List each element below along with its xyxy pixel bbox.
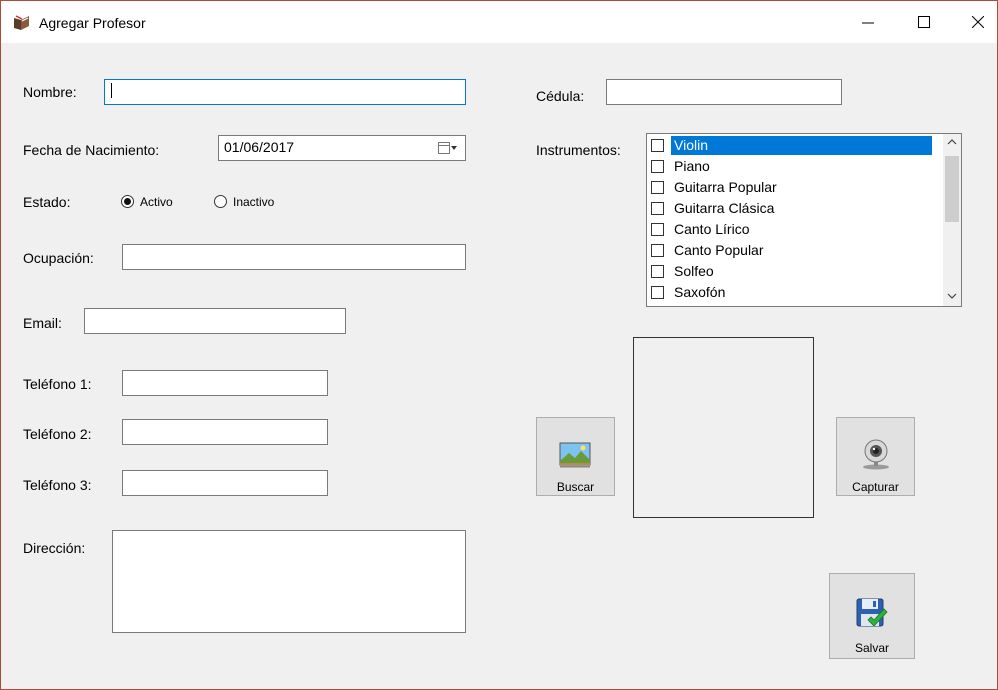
photo-picture-box — [633, 337, 814, 518]
save-disk-check-icon — [856, 598, 888, 633]
minimize-button[interactable] — [845, 1, 891, 43]
scroll-up-icon[interactable] — [947, 138, 957, 149]
instrumentos-checked-list[interactable]: Violin Piano Guitarra Popular Guitarra C… — [646, 133, 962, 307]
instrumento-item-guitarra-popular[interactable]: Guitarra Popular — [651, 178, 941, 199]
scroll-thumb[interactable] — [945, 156, 959, 222]
direccion-textarea[interactable] — [112, 530, 466, 633]
instrumento-label: Solfeo — [674, 263, 714, 279]
close-icon — [972, 16, 984, 28]
radio-selected-dot — [124, 198, 131, 205]
nombre-input[interactable] — [104, 79, 466, 105]
estado-activo-label: Activo — [140, 195, 173, 209]
instrumentos-label: Instrumentos: — [536, 142, 621, 158]
instrumento-item-piano[interactable]: Piano — [651, 157, 941, 178]
salvar-button[interactable]: Salvar — [829, 573, 915, 659]
scroll-down-icon[interactable] — [947, 292, 957, 303]
capturar-button[interactable]: Capturar — [836, 417, 915, 496]
buscar-button[interactable]: Buscar — [536, 417, 615, 496]
checkbox[interactable] — [651, 244, 664, 257]
instrumento-item-guitarra-clasica[interactable]: Guitarra Clásica — [651, 199, 941, 220]
calendar-dropdown-icon[interactable] — [438, 141, 458, 158]
window-title: Agregar Profesor — [39, 15, 146, 31]
webcam-icon — [861, 438, 891, 473]
maximize-button[interactable] — [901, 1, 947, 43]
title-bar: Agregar Profesor — [1, 1, 997, 43]
email-input[interactable] — [84, 308, 346, 334]
instrumento-label: Guitarra Popular — [674, 179, 777, 195]
estado-activo-radio[interactable] — [121, 195, 134, 208]
instrumento-item-solfeo[interactable]: Solfeo — [651, 262, 941, 283]
instrumento-label: Guitarra Clásica — [674, 200, 775, 216]
instrumento-label: Violin — [671, 136, 932, 155]
checkbox[interactable] — [651, 139, 664, 152]
email-label: Email: — [23, 315, 62, 331]
cedula-label: Cédula: — [536, 88, 585, 104]
checkbox[interactable] — [651, 286, 664, 299]
instrumento-item-violin[interactable]: Violin — [651, 136, 941, 157]
checkbox[interactable] — [651, 202, 664, 215]
salvar-button-label: Salvar — [854, 641, 889, 655]
telefono3-label: Teléfono 3: — [23, 477, 92, 493]
buscar-button-label: Buscar — [556, 480, 595, 494]
telefono1-input[interactable] — [122, 370, 328, 396]
fecha-nacimiento-label: Fecha de Nacimiento: — [23, 142, 160, 158]
telefono2-input[interactable] — [122, 419, 328, 445]
landscape-image-icon — [559, 442, 591, 471]
telefono3-input[interactable] — [122, 470, 328, 496]
ocupacion-label: Ocupación: — [23, 250, 94, 266]
maximize-icon — [918, 16, 930, 28]
instrumento-label: Canto Popular — [674, 242, 764, 258]
direccion-label: Dirección: — [23, 540, 86, 556]
estado-inactivo-label: Inactivo — [233, 195, 275, 209]
instrumento-label: Piano — [674, 158, 710, 174]
capturar-button-label: Capturar — [852, 480, 899, 494]
agregar-profesor-window: Agregar Profesor Nombre: Fecha de Nacimi… — [0, 0, 998, 690]
app-book-icon — [13, 15, 31, 31]
telefono2-label: Teléfono 2: — [23, 426, 92, 442]
instrumento-item-canto-lirico[interactable]: Canto Lírico — [651, 220, 941, 241]
instrumento-label: Canto Lírico — [674, 221, 750, 237]
nombre-label: Nombre: — [23, 84, 77, 100]
instrumento-item-canto-popular[interactable]: Canto Popular — [651, 241, 941, 262]
list-scrollbar[interactable] — [943, 134, 961, 306]
checkbox[interactable] — [651, 265, 664, 278]
fecha-nacimiento-value: 01/06/2017 — [224, 139, 295, 155]
checkbox[interactable] — [651, 181, 664, 194]
text-caret — [111, 83, 112, 98]
instrumento-label: Saxofón — [674, 284, 726, 300]
checkbox[interactable] — [651, 223, 664, 236]
estado-label: Estado: — [23, 194, 71, 210]
telefono1-label: Teléfono 1: — [23, 376, 92, 392]
close-button[interactable] — [955, 1, 997, 43]
minimize-icon — [862, 22, 874, 24]
fecha-nacimiento-picker[interactable]: 01/06/2017 — [218, 135, 466, 161]
checkbox[interactable] — [651, 160, 664, 173]
estado-inactivo-radio[interactable] — [214, 195, 227, 208]
instrumento-item-saxofon[interactable]: Saxofón — [651, 283, 941, 304]
cedula-input[interactable] — [606, 79, 842, 105]
ocupacion-input[interactable] — [122, 244, 466, 270]
